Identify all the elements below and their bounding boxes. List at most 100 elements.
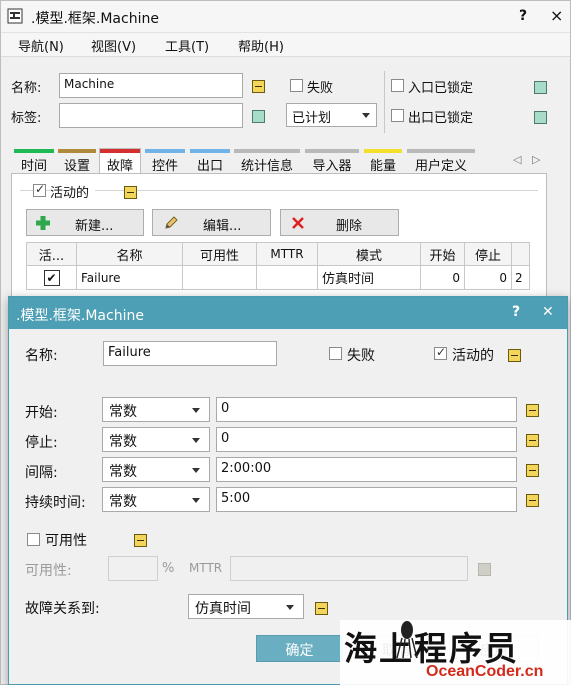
start-value-input[interactable]: 0 bbox=[216, 397, 517, 422]
stop-type-select[interactable]: 常数 bbox=[102, 427, 210, 452]
tab-color-bar bbox=[58, 149, 96, 153]
mttr-input[interactable] bbox=[230, 556, 468, 581]
edit-button[interactable]: 编辑... bbox=[152, 209, 271, 236]
menu-navigate[interactable]: 导航(N) bbox=[18, 36, 64, 55]
dialog-close-button[interactable]: ✕ bbox=[542, 304, 554, 320]
menu-tools[interactable]: 工具(T) bbox=[165, 36, 209, 55]
note-icon[interactable] bbox=[252, 80, 265, 93]
col-header-mode[interactable]: 模式 bbox=[317, 242, 421, 266]
col-header-stop[interactable]: 停止 bbox=[464, 242, 512, 266]
name-label: 名称: bbox=[11, 81, 42, 96]
duration-type-select[interactable]: 常数 bbox=[102, 487, 210, 512]
note-icon[interactable] bbox=[315, 602, 328, 615]
exit-locked-checkbox[interactable] bbox=[391, 109, 404, 122]
note-icon[interactable] bbox=[124, 186, 137, 199]
col-header-name[interactable]: 名称 bbox=[76, 242, 183, 266]
chevron-down-icon bbox=[192, 498, 200, 503]
note-icon[interactable] bbox=[526, 464, 539, 477]
close-button[interactable]: × bbox=[550, 6, 563, 25]
row-active-checkbox[interactable]: ✔ bbox=[43, 269, 60, 286]
note-icon[interactable] bbox=[526, 494, 539, 507]
tab-color-bar bbox=[234, 149, 300, 153]
col-header-mttr[interactable]: MTTR bbox=[256, 242, 318, 266]
tab-label: 控件 bbox=[151, 159, 178, 174]
tag-input[interactable] bbox=[59, 103, 243, 128]
tab-label: 故障 bbox=[106, 159, 133, 174]
menu-help[interactable]: 帮助(H) bbox=[238, 36, 284, 55]
entrance-locked-checkbox[interactable] bbox=[391, 79, 404, 92]
tab-time[interactable]: 时间 bbox=[14, 149, 54, 174]
dialog-name-input[interactable]: Failure bbox=[103, 341, 277, 366]
name-input[interactable]: Machine bbox=[59, 73, 243, 98]
col-header-active[interactable]: 活... bbox=[26, 242, 77, 266]
relates-select[interactable]: 仿真时间 bbox=[188, 594, 304, 619]
table-row[interactable]: ✔ Failure 仿真时间 0 0 2 bbox=[26, 265, 530, 290]
col-header-start[interactable]: 开始 bbox=[420, 242, 465, 266]
interval-value-input[interactable]: 2:00:00 bbox=[216, 457, 517, 482]
availability-checkbox[interactable] bbox=[27, 533, 40, 546]
mttr-label: MTTR bbox=[189, 561, 223, 575]
note-icon[interactable] bbox=[134, 534, 147, 547]
entrance-lock-icon[interactable] bbox=[534, 81, 547, 94]
relates-value: 仿真时间 bbox=[195, 601, 251, 617]
help-button[interactable]: ? bbox=[519, 8, 527, 24]
note-icon-disabled bbox=[478, 563, 491, 576]
delete-button[interactable]: 删除 bbox=[280, 209, 399, 236]
tab-color-bar bbox=[407, 149, 475, 153]
row-extra: 2 bbox=[511, 265, 530, 290]
note-icon[interactable] bbox=[526, 434, 539, 447]
exit-lock-icon[interactable] bbox=[534, 111, 547, 124]
exit-locked-label: 出口已锁定 bbox=[408, 111, 474, 126]
plan-select[interactable]: 已计划 bbox=[286, 103, 377, 127]
dialog-active-label: 活动的 bbox=[452, 348, 494, 364]
tab-failures[interactable]: 故障 bbox=[99, 148, 141, 174]
menu-view[interactable]: 视图(V) bbox=[91, 36, 136, 55]
tab-exit[interactable]: 出口 bbox=[190, 149, 230, 174]
tab-energy[interactable]: 能量 bbox=[364, 149, 402, 174]
start-type-select[interactable]: 常数 bbox=[102, 397, 210, 422]
watermark-url: OceanCoder.cn bbox=[426, 663, 544, 680]
tab-statistics[interactable]: 统计信息 bbox=[234, 149, 300, 174]
tag-attr-icon[interactable] bbox=[252, 110, 265, 123]
new-button[interactable]: 新建... bbox=[26, 209, 144, 236]
col-header-availability[interactable]: 可用性 bbox=[182, 242, 257, 266]
stop-value-input[interactable]: 0 bbox=[216, 427, 517, 452]
tab-importer[interactable]: 导入器 bbox=[305, 149, 359, 174]
row-mttr bbox=[256, 265, 318, 290]
entrance-locked-label: 入口已锁定 bbox=[408, 81, 474, 96]
availability-label: 可用性 bbox=[45, 533, 87, 549]
tab-scroll-left-icon[interactable]: ◁ bbox=[513, 153, 521, 166]
failed-checkbox[interactable] bbox=[290, 79, 303, 92]
row-name: Failure bbox=[76, 265, 183, 290]
availability-field-label: 可用性: bbox=[25, 563, 72, 579]
tab-label: 能量 bbox=[369, 159, 396, 174]
tab-label: 时间 bbox=[20, 159, 47, 174]
tab-color-bar bbox=[305, 149, 359, 153]
start-type-value: 常数 bbox=[109, 404, 137, 420]
ok-button[interactable]: 确定 bbox=[256, 635, 343, 662]
interval-type-value: 常数 bbox=[109, 464, 137, 480]
plus-icon bbox=[36, 216, 50, 230]
tab-color-bar bbox=[100, 149, 140, 153]
relates-label: 故障关系到: bbox=[25, 601, 100, 617]
interval-type-select[interactable]: 常数 bbox=[102, 457, 210, 482]
row-active-cell[interactable]: ✔ bbox=[26, 265, 77, 290]
dialog-help-button[interactable]: ? bbox=[512, 304, 520, 320]
tab-label: 出口 bbox=[196, 159, 223, 174]
tab-user-defined[interactable]: 用户定义 bbox=[407, 149, 475, 174]
duration-type-value: 常数 bbox=[109, 494, 137, 510]
duration-value-input[interactable]: 5:00 bbox=[216, 487, 517, 512]
dialog-failed-checkbox[interactable] bbox=[329, 347, 342, 360]
tab-settings[interactable]: 设置 bbox=[58, 149, 96, 174]
failed-label: 失败 bbox=[307, 81, 334, 96]
failures-panel: 活动的 新建... 编辑... 删除 活... 名称 bbox=[11, 173, 547, 303]
tab-controls[interactable]: 控件 bbox=[145, 149, 185, 174]
tab-scroll-right-icon[interactable]: ▷ bbox=[532, 153, 540, 166]
dialog-title-bar: .模型.框架.Machine ? ✕ bbox=[9, 297, 567, 329]
dialog-active-checkbox[interactable] bbox=[434, 345, 447, 360]
note-icon[interactable] bbox=[508, 349, 521, 362]
availability-input[interactable] bbox=[108, 556, 158, 581]
note-icon[interactable] bbox=[526, 404, 539, 417]
active-checkbox[interactable] bbox=[33, 182, 46, 197]
row-availability bbox=[182, 265, 257, 290]
